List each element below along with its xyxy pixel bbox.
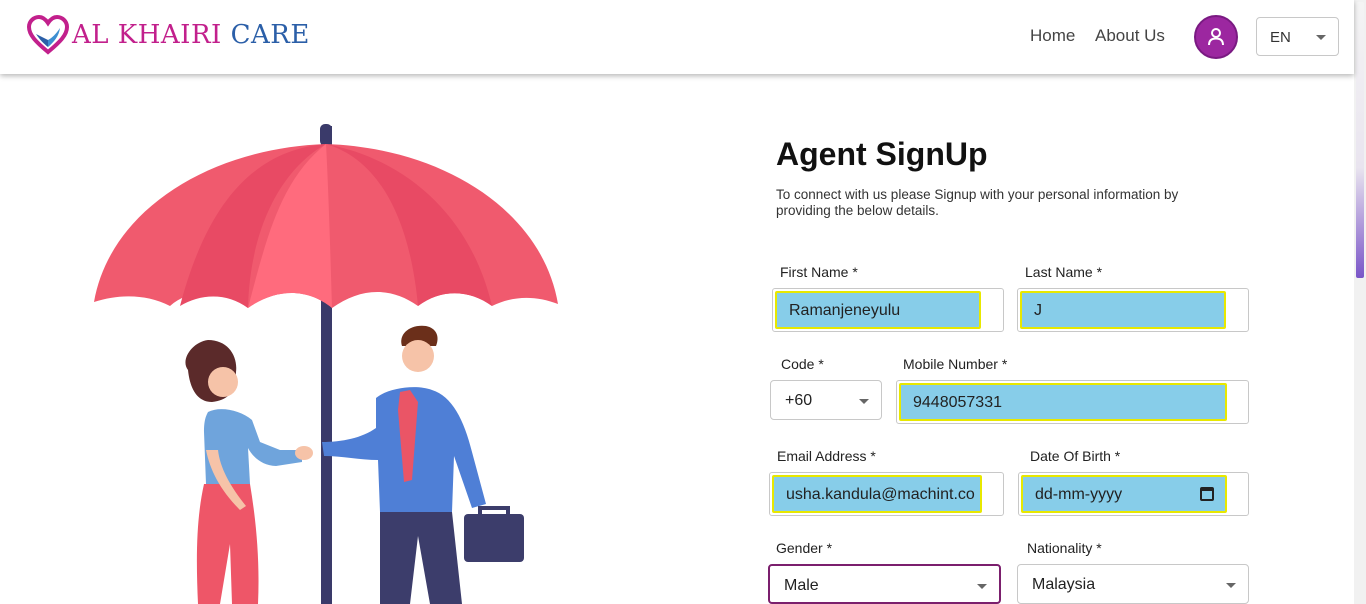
email-value: usha.kandula@machint.co	[786, 486, 975, 503]
chevron-down-icon	[977, 584, 987, 589]
heart-hands-logo-icon	[26, 14, 70, 55]
first-name-value: Ramanjeneyulu	[789, 302, 901, 319]
gender-value: Male	[784, 577, 819, 594]
email-field[interactable]: usha.kandula@machint.co	[769, 472, 1004, 516]
brand-name-primary: AL KHAIRI	[72, 20, 222, 50]
nationality-value: Malaysia	[1032, 576, 1096, 593]
gender-label: Gender *	[776, 540, 833, 556]
nav-home-link[interactable]: Home	[1030, 26, 1075, 46]
mobile-number-field[interactable]: 9448057331	[896, 380, 1249, 424]
dob-placeholder: dd-mm-yyyy	[1035, 486, 1123, 503]
chevron-down-icon	[859, 399, 869, 404]
scrollbar-thumb[interactable]	[1356, 2, 1364, 278]
mobile-number-label: Mobile Number *	[903, 356, 1008, 372]
country-code-value: +60	[785, 392, 813, 409]
brand-name-secondary: CARE	[230, 20, 310, 50]
page-title: Agent SignUp	[776, 136, 988, 172]
first-name-label: First Name *	[780, 264, 858, 280]
calendar-icon[interactable]	[1200, 487, 1214, 501]
page-subtitle: To connect with us please Signup with yo…	[776, 187, 1179, 218]
nav-about-link[interactable]: About Us	[1095, 26, 1165, 46]
country-code-select[interactable]: +60	[770, 380, 882, 420]
page-scrollbar[interactable]	[1354, 0, 1366, 604]
autofill-highlight	[1020, 291, 1226, 329]
dob-label: Date Of Birth *	[1030, 448, 1121, 464]
language-select-value: EN	[1270, 29, 1291, 46]
first-name-field[interactable]: Ramanjeneyulu	[772, 288, 1004, 332]
code-label: Code *	[781, 356, 824, 372]
user-avatar-button[interactable]	[1194, 15, 1238, 59]
chevron-down-icon	[1226, 583, 1236, 588]
top-header: AL KHAIRI CARE Home About Us EN	[0, 0, 1354, 74]
dob-field[interactable]: dd-mm-yyyy	[1018, 472, 1249, 516]
nationality-select[interactable]: Malaysia	[1017, 564, 1249, 604]
brand-name: AL KHAIRI CARE	[72, 20, 310, 50]
last-name-field[interactable]: J	[1017, 288, 1249, 332]
last-name-label: Last Name *	[1025, 264, 1103, 280]
language-select[interactable]: EN	[1256, 17, 1339, 56]
email-label: Email Address *	[777, 448, 876, 464]
gender-select[interactable]: Male	[768, 564, 1001, 604]
mobile-number-value: 9448057331	[913, 394, 1002, 411]
chevron-down-icon	[1316, 35, 1326, 40]
brand-logo[interactable]: AL KHAIRI CARE	[26, 14, 310, 56]
nationality-label: Nationality *	[1027, 540, 1102, 556]
umbrella-handshake-illustration	[94, 124, 558, 604]
last-name-value: J	[1034, 302, 1042, 319]
user-icon	[1208, 28, 1224, 46]
